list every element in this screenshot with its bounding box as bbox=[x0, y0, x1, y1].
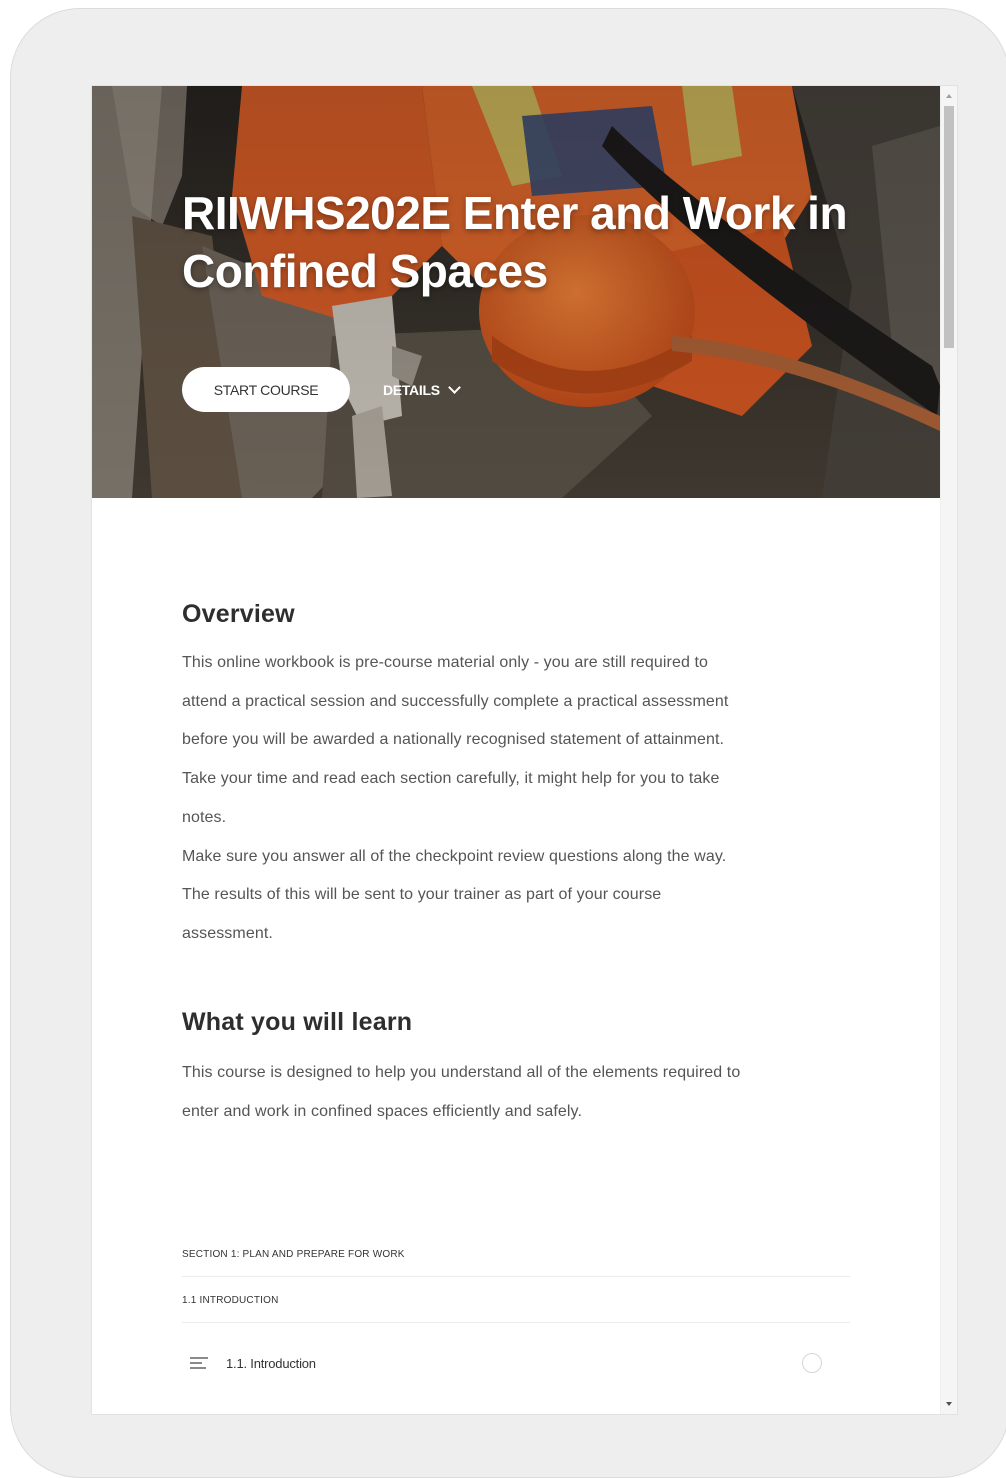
details-label: DETAILS bbox=[383, 381, 440, 398]
scroll-down-arrow[interactable] bbox=[946, 1402, 952, 1406]
screen: RIIWHS202E Enter and Work in Confined Sp… bbox=[91, 85, 958, 1415]
circle-status-icon bbox=[802, 1353, 822, 1373]
subsection-header: 1.1 INTRODUCTION bbox=[182, 1278, 850, 1323]
tablet-frame: RIIWHS202E Enter and Work in Confined Sp… bbox=[10, 8, 1006, 1478]
course-title: RIIWHS202E Enter and Work in Confined Sp… bbox=[182, 187, 848, 297]
overview-heading: Overview bbox=[182, 600, 295, 628]
learn-heading: What you will learn bbox=[182, 1008, 413, 1036]
vertical-scrollbar[interactable] bbox=[940, 86, 957, 1414]
lesson-item[interactable]: 1.1. Introduction bbox=[182, 1341, 822, 1385]
overview-line: notes. bbox=[182, 808, 227, 826]
details-toggle[interactable]: DETAILS bbox=[383, 380, 461, 398]
course-hero: RIIWHS202E Enter and Work in Confined Sp… bbox=[92, 86, 940, 498]
section-header: SECTION 1: PLAN AND PREPARE FOR WORK bbox=[182, 1232, 850, 1277]
overview-line: Make sure you answer all of the checkpoi… bbox=[182, 847, 727, 865]
overview-line: Take your time and read each section car… bbox=[182, 770, 720, 788]
learn-line: This course is designed to help you unde… bbox=[182, 1064, 741, 1081]
overview-line: This online workbook is pre-course mater… bbox=[182, 654, 709, 671]
overview-line: The results of this will be sent to your… bbox=[182, 886, 662, 904]
scroll-thumb[interactable] bbox=[944, 106, 954, 348]
overview-text: This online workbook is pre-course mater… bbox=[182, 644, 852, 954]
text-lines-icon bbox=[190, 1356, 208, 1370]
learn-line: enter and work in confined spaces effici… bbox=[182, 1102, 583, 1120]
overview-line: before you will be awarded a nationally … bbox=[182, 731, 725, 749]
learn-text: This course is designed to help you unde… bbox=[182, 1054, 852, 1131]
chevron-down-icon bbox=[447, 380, 461, 394]
overview-line: attend a practical session and successfu… bbox=[182, 692, 729, 710]
hero-actions: START COURSE DETAILS bbox=[182, 367, 461, 412]
start-course-button[interactable]: START COURSE bbox=[182, 367, 350, 412]
course-page: RIIWHS202E Enter and Work in Confined Sp… bbox=[92, 86, 940, 1414]
scroll-up-arrow[interactable] bbox=[946, 94, 952, 98]
lesson-label: 1.1. Introduction bbox=[226, 1355, 316, 1371]
overview-line: assessment. bbox=[182, 924, 273, 942]
